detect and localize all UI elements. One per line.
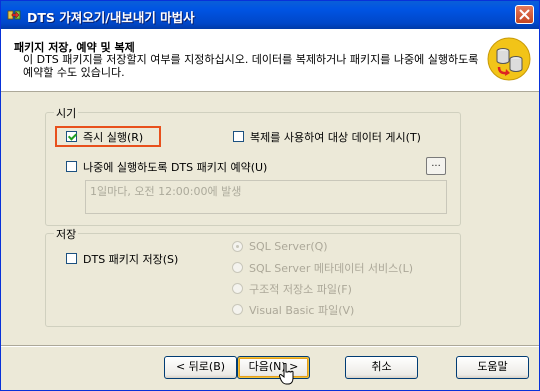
back-button[interactable]: < 뒤로(B): [164, 356, 237, 379]
help-button[interactable]: 도움말: [456, 356, 529, 379]
save-package-label: DTS 패키지 저장(S): [83, 252, 179, 266]
schedule-check-box[interactable]: [66, 161, 77, 172]
run-now-label: 즉시 실행(R): [83, 130, 144, 144]
page-description: 이 DTS 패키지를 저장할지 여부를 지정하십시오. 데이터를 복제하거나 패…: [23, 53, 479, 79]
run-now-checkbox[interactable]: 즉시 실행(R): [66, 129, 143, 144]
when-group-title: 시기: [54, 105, 79, 121]
schedule-checkbox[interactable]: 나중에 실행하도록 DTS 패키지 예약(U): [66, 159, 267, 174]
button-separator: [1, 345, 539, 347]
radio-meta-data-services-dot[interactable]: [232, 262, 243, 273]
dts-wizard-icon: [7, 10, 21, 20]
replicate-checkbox[interactable]: 복제를 사용하여 대상 데이터 게시(T): [233, 129, 421, 144]
save-package-check-box[interactable]: [66, 253, 77, 264]
window-title: DTS 가져오기/내보내기 마법사: [27, 10, 195, 25]
radio-visual-basic-label: Visual Basic 파일(V): [249, 303, 355, 317]
schedule-description: 1일마다, 오전 12:00:00에 발생: [85, 180, 447, 214]
replicate-label: 복제를 사용하여 대상 데이터 게시(T): [250, 130, 421, 144]
next-button[interactable]: 다음(N) >: [237, 356, 310, 379]
wizard-window: DTS 가져오기/내보내기 마법사 패키지 저장, 예약 및 복제 이 DTS …: [0, 0, 540, 391]
save-group-title: 저장: [54, 226, 79, 242]
title-bar[interactable]: DTS 가져오기/내보내기 마법사: [1, 1, 539, 29]
radio-meta-data-services-label: SQL Server 메타데이터 서비스(L): [249, 261, 414, 275]
wizard-header: 패키지 저장, 예약 및 복제 이 DTS 패키지를 저장할지 여부를 지정하십…: [1, 29, 539, 92]
radio-structured-storage[interactable]: 구조적 저장소 파일(F): [232, 281, 352, 296]
replicate-check-box[interactable]: [233, 131, 244, 142]
database-copy-icon: [487, 37, 531, 81]
radio-visual-basic[interactable]: Visual Basic 파일(V): [232, 302, 354, 317]
radio-meta-data-services[interactable]: SQL Server 메타데이터 서비스(L): [232, 260, 413, 275]
radio-structured-storage-label: 구조적 저장소 파일(F): [249, 282, 352, 296]
radio-structured-storage-dot[interactable]: [232, 283, 243, 294]
run-now-check-mark[interactable]: [66, 131, 77, 142]
radio-sql-server-dot[interactable]: [232, 241, 243, 252]
cancel-button[interactable]: 취소: [345, 356, 418, 379]
close-button[interactable]: [515, 5, 534, 24]
radio-visual-basic-dot[interactable]: [232, 304, 243, 315]
radio-sql-server-label: SQL Server(Q): [249, 240, 328, 253]
mouse-pointer-icon: [279, 363, 294, 385]
schedule-browse-button[interactable]: ...: [426, 157, 446, 175]
radio-sql-server[interactable]: SQL Server(Q): [232, 239, 328, 254]
close-icon: [519, 9, 530, 20]
save-package-checkbox[interactable]: DTS 패키지 저장(S): [66, 251, 178, 266]
schedule-label: 나중에 실행하도록 DTS 패키지 예약(U): [83, 160, 268, 174]
